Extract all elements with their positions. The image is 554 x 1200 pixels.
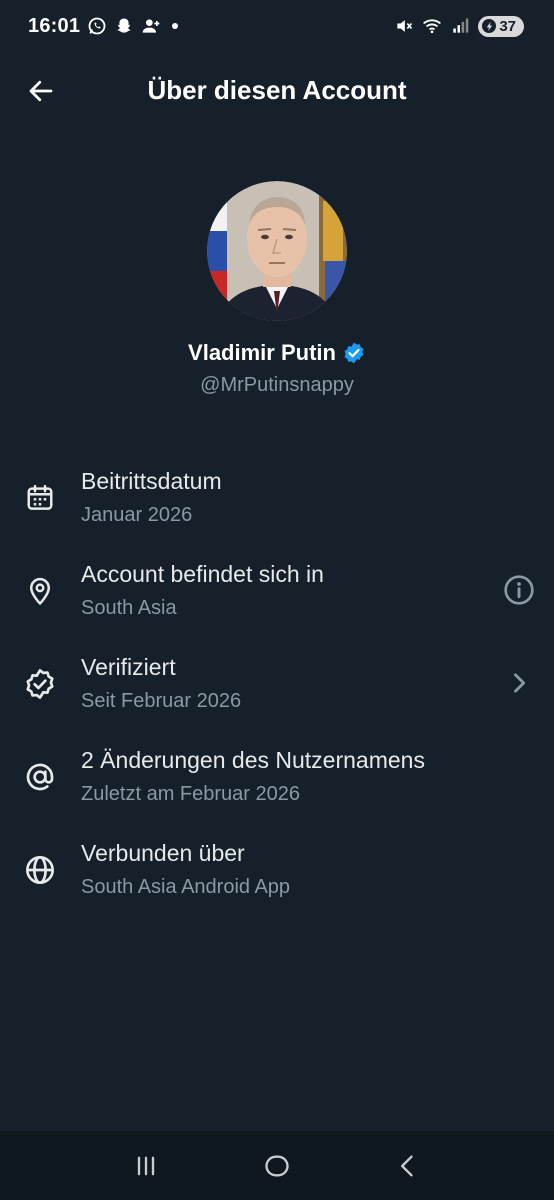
verified-badge-icon <box>344 342 364 364</box>
status-left: 16:01 <box>28 14 179 38</box>
screen: 16:01 37 Über diesen Account Vladimir Pu… <box>0 0 554 1200</box>
info-row-verified[interactable]: Verifiziert Seit Februar 2026 <box>0 646 554 739</box>
arrow-left-icon <box>29 80 53 102</box>
calendar-icon <box>24 482 56 514</box>
info-list: Beitrittsdatum Januar 2026 Account befin… <box>0 460 554 925</box>
row-subtitle: South Asia Android App <box>81 876 291 898</box>
dot-icon <box>172 23 179 29</box>
wifi-icon <box>422 16 442 36</box>
avatar[interactable] <box>207 181 347 321</box>
info-row-join-date: Beitrittsdatum Januar 2026 <box>0 460 554 553</box>
snapchat-icon <box>114 16 134 36</box>
back-nav-icon <box>401 1155 413 1176</box>
info-row-location: Account befindet sich in South Asia <box>0 553 554 646</box>
chevron-right-icon <box>502 666 536 700</box>
info-button[interactable] <box>502 573 536 607</box>
profile-name: Vladimir Putin <box>188 340 336 365</box>
back-nav-button[interactable] <box>388 1146 428 1186</box>
battery-icon: 37 <box>478 15 524 37</box>
row-title: Account befindet sich in <box>81 561 324 587</box>
info-row-username-changes: 2 Änderungen des Nutzernamens Zuletzt am… <box>0 739 554 832</box>
page-title: Über diesen Account <box>147 74 407 105</box>
verified-outline-icon <box>24 668 56 700</box>
battery-level: 37 <box>499 17 516 35</box>
battery-bolt-icon <box>482 19 497 33</box>
row-subtitle: Seit Februar 2026 <box>81 690 242 712</box>
status-right: 37 <box>394 15 524 37</box>
header: Über diesen Account <box>0 62 554 118</box>
signal-icon <box>450 16 470 36</box>
status-time: 16:01 <box>28 14 81 37</box>
home-icon <box>265 1155 289 1176</box>
status-bar: 16:01 37 <box>0 0 554 52</box>
globe-icon <box>24 854 56 886</box>
row-subtitle: Januar 2026 <box>81 504 193 526</box>
profile-handle: @MrPutinsnappy <box>200 374 354 396</box>
info-row-connected-via: Verbunden über South Asia Android App <box>0 832 554 925</box>
recent-apps-button[interactable] <box>126 1146 166 1186</box>
row-title: Verifiziert <box>81 654 176 680</box>
row-subtitle: Zuletzt am Februar 2026 <box>81 783 300 805</box>
whatsapp-icon <box>87 16 107 36</box>
profile-name-row: Vladimir Putin <box>0 340 554 366</box>
person-add-icon <box>141 16 161 36</box>
row-title: Verbunden über <box>81 840 245 866</box>
location-pin-icon <box>24 575 56 607</box>
recent-apps-icon <box>137 1156 154 1175</box>
mute-icon <box>394 16 414 36</box>
navigation-bar <box>0 1131 554 1200</box>
home-button[interactable] <box>257 1146 297 1186</box>
row-title: 2 Änderungen des Nutzernamens <box>81 747 425 773</box>
row-subtitle: South Asia <box>81 597 177 619</box>
at-sign-icon <box>24 761 56 793</box>
back-button[interactable] <box>24 74 58 108</box>
row-title: Beitrittsdatum <box>81 468 222 494</box>
info-icon <box>504 575 534 605</box>
